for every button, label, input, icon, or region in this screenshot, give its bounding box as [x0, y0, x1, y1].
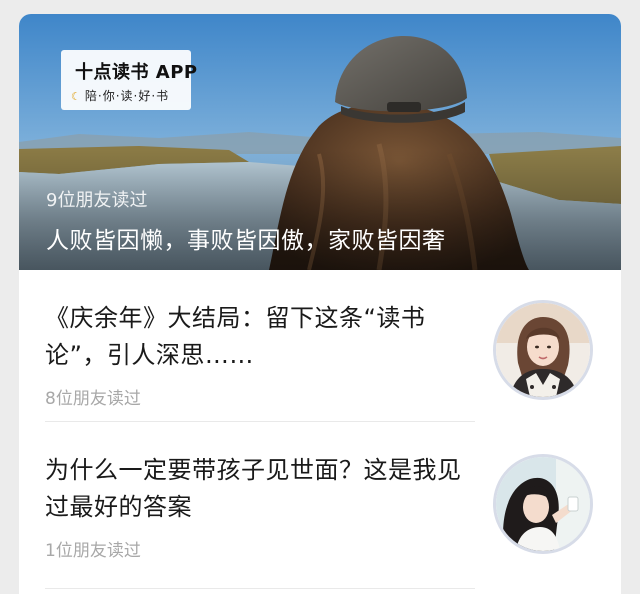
- brand-watermark: 十点读书 APP ☾ 陪·你·读·好·书: [61, 50, 197, 110]
- article-readers-count: 1位朋友读过: [45, 541, 141, 561]
- brand-name: 十点读书 APP: [75, 62, 198, 83]
- brand-tagline: 陪·你·读·好·书: [84, 89, 170, 103]
- moon-icon: ☾: [71, 90, 82, 103]
- featured-readers-count: 9位朋友读过: [46, 190, 148, 211]
- article-thumbnail-image: [496, 457, 590, 551]
- article-title[interactable]: 为什么一定要带孩子见世面？这是我见过最好的答案: [45, 452, 475, 526]
- article-thumbnail[interactable]: [493, 300, 593, 400]
- featured-article-title[interactable]: 人败皆因懒，事败皆因傲，家败皆因奢: [46, 221, 446, 255]
- featured-article[interactable]: 十点读书 APP ☾ 陪·你·读·好·书 9位朋友读过 人败皆因懒，事败皆因傲，家…: [19, 14, 621, 270]
- list-divider: [45, 588, 475, 589]
- list-item[interactable]: 《庆余年》大结局：留下这条“读书论”，引人深思…… 8位朋友读过: [19, 284, 621, 424]
- list-item[interactable]: 为什么一定要带孩子见世面？这是我见过最好的答案 1位朋友读过: [19, 436, 621, 576]
- article-thumbnail[interactable]: [493, 454, 593, 554]
- article-list-card: 十点读书 APP ☾ 陪·你·读·好·书 9位朋友读过 人败皆因懒，事败皆因傲，家…: [19, 14, 621, 594]
- brand-tagline-row: ☾ 陪·你·读·好·书: [71, 87, 169, 104]
- article-readers-count: 8位朋友读过: [45, 389, 141, 409]
- article-title[interactable]: 《庆余年》大结局：留下这条“读书论”，引人深思……: [45, 300, 475, 374]
- list-divider: [45, 421, 475, 422]
- article-thumbnail-image: [496, 303, 590, 397]
